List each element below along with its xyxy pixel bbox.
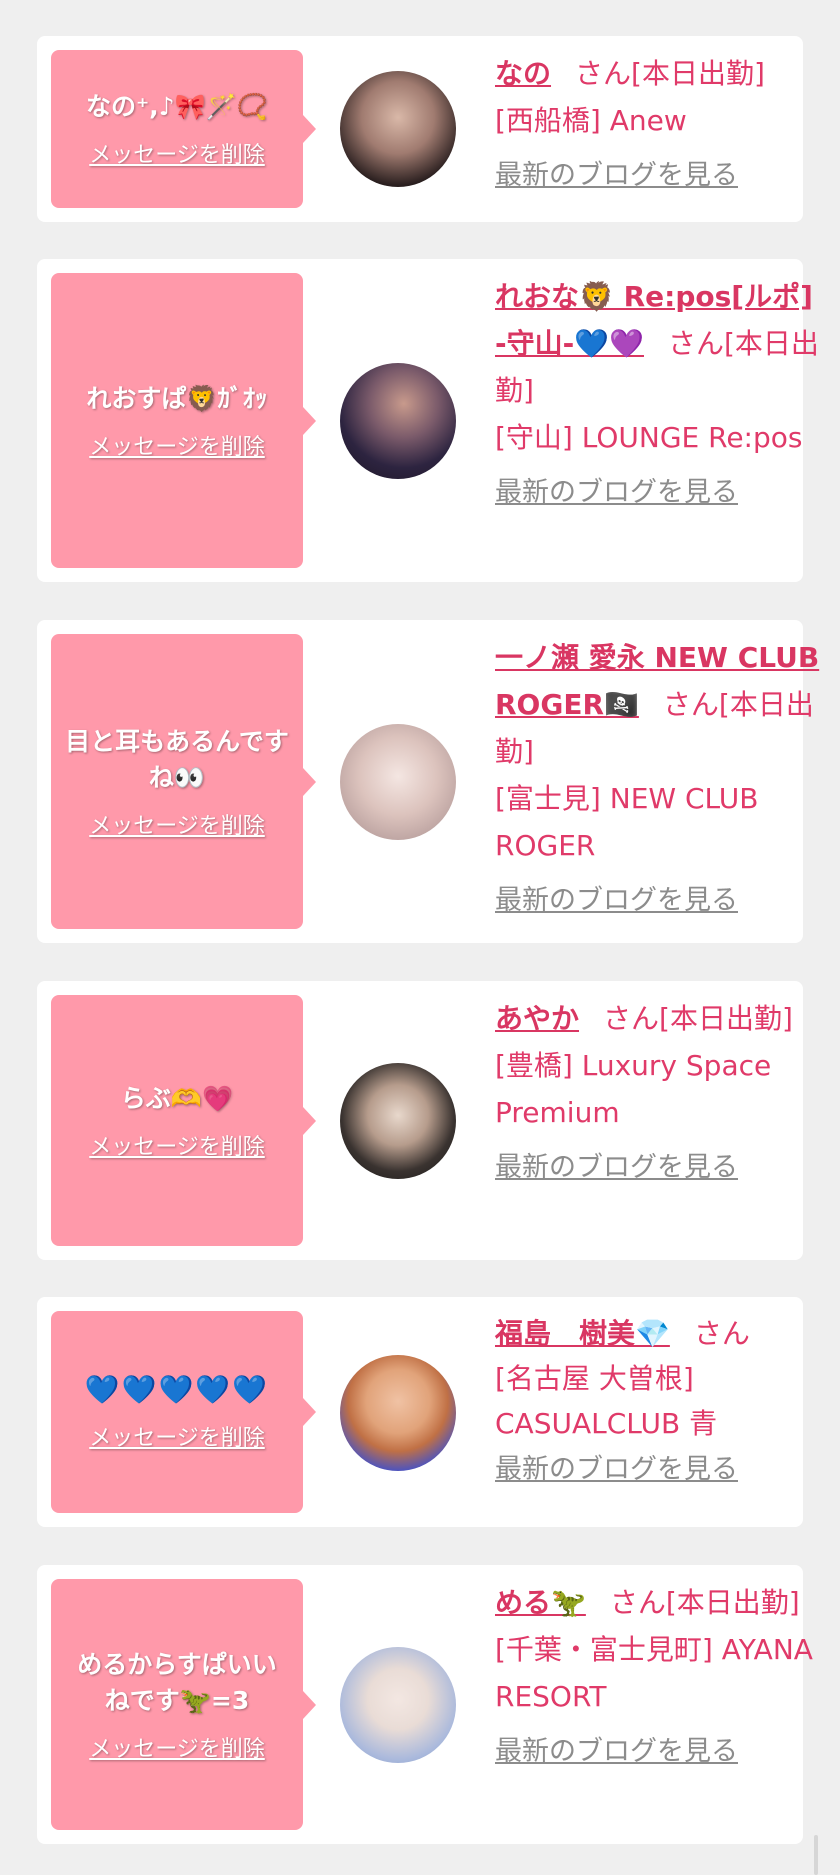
message-bubble: なの⁺,♪🎀🪄📿 メッセージを削除	[51, 50, 316, 208]
cast-name-link[interactable]: なの	[495, 57, 551, 90]
latest-blog-link[interactable]: 最新のブログを見る	[495, 473, 820, 513]
cast-name-link[interactable]: める🦖	[495, 1586, 586, 1619]
favorite-card: れおすぱ🦁ｶﾞｵｯ メッセージを削除 れおな🦁 Re:pos[ルポ] -守山-💙…	[37, 259, 819, 582]
latest-blog-link[interactable]: 最新のブログを見る	[495, 1148, 820, 1188]
avatar[interactable]	[340, 71, 456, 187]
cast-status: さん[本日出勤]	[575, 57, 765, 90]
latest-blog-link[interactable]: 最新のブログを見る	[495, 156, 820, 196]
favorite-card: らぶ🫶💗 メッセージを削除 あやか さん[本日出勤] [豊橋] Luxury Sp…	[37, 981, 803, 1260]
shop-name: [守山] LOUNGE Re:pos	[495, 421, 803, 454]
avatar[interactable]	[340, 1647, 456, 1763]
message-text: 💙💙💙💙💙	[84, 1373, 270, 1406]
delete-message-link[interactable]: メッセージを削除	[89, 808, 265, 840]
cast-name-link[interactable]: あやか	[495, 1002, 579, 1035]
delete-message-link[interactable]: メッセージを削除	[89, 1129, 265, 1161]
cast-name-link[interactable]: 福島 樹美💎	[495, 1317, 670, 1350]
scrollbar[interactable]	[814, 1835, 818, 1875]
message-text: 目と耳もあるんですね👀	[65, 726, 289, 792]
delete-message-link[interactable]: メッセージを削除	[89, 1731, 265, 1763]
message-text: らぶ🫶💗	[120, 1083, 234, 1113]
cast-info: あやか さん[本日出勤] [豊橋] Luxury Space Premium 最新…	[495, 995, 820, 1188]
latest-blog-link[interactable]: 最新のブログを見る	[495, 1450, 820, 1490]
delete-message-link[interactable]: メッセージを削除	[89, 1420, 265, 1452]
favorite-card: めるからすぱいいねです🦖=3 メッセージを削除 める🦖 さん[本日出勤] [千葉・…	[37, 1565, 813, 1844]
favorite-card: なの⁺,♪🎀🪄📿 メッセージを削除 なの さん[本日出勤] [西船橋] Anew …	[37, 36, 803, 222]
shop-name: [富士見] NEW CLUB ROGER	[495, 782, 759, 862]
cast-info: れおな🦁 Re:pos[ルポ] -守山-💙💜 さん[本日出勤] [守山] LOUN…	[495, 273, 820, 513]
favorite-card: 目と耳もあるんですね👀 メッセージを削除 一ノ瀬 愛永 NEW CLUB ROG…	[37, 620, 819, 943]
shop-name: [名古屋 大曽根] CASUALCLUB 青	[495, 1362, 718, 1440]
cast-info: 一ノ瀬 愛永 NEW CLUB ROGER🏴‍☠️ さん[本日出勤] [富士見] …	[495, 634, 820, 921]
delete-message-link[interactable]: メッセージを削除	[89, 429, 265, 461]
message-text: なの⁺,♪🎀🪄📿	[85, 92, 269, 121]
shop-name: [豊橋] Luxury Space Premium	[495, 1049, 772, 1129]
shop-name: [西船橋] Anew	[495, 104, 687, 137]
avatar[interactable]	[340, 363, 456, 479]
cast-status: さん	[693, 1317, 750, 1350]
favorite-card: 💙💙💙💙💙 メッセージを削除 福島 樹美💎 さん [名古屋 大曽根] CASUAL…	[37, 1297, 803, 1527]
message-bubble: れおすぱ🦁ｶﾞｵｯ メッセージを削除	[51, 273, 316, 568]
avatar[interactable]	[340, 1355, 456, 1471]
message-bubble: らぶ🫶💗 メッセージを削除	[51, 995, 316, 1246]
delete-message-link[interactable]: メッセージを削除	[89, 137, 265, 169]
latest-blog-link[interactable]: 最新のブログを見る	[495, 1732, 820, 1772]
avatar[interactable]	[340, 1063, 456, 1179]
message-text: めるからすぱいいねです🦖=3	[77, 1649, 277, 1715]
cast-info: める🦖 さん[本日出勤] [千葉・富士見町] AYANA RESORT 最新のブロ…	[495, 1579, 820, 1772]
latest-blog-link[interactable]: 最新のブログを見る	[495, 881, 820, 921]
message-bubble: めるからすぱいいねです🦖=3 メッセージを削除	[51, 1579, 316, 1830]
cast-info: 福島 樹美💎 さん [名古屋 大曽根] CASUALCLUB 青 最新のブログを見…	[495, 1311, 820, 1490]
cast-status: さん[本日出勤]	[609, 1586, 800, 1619]
shop-name: [千葉・富士見町] AYANA RESORT	[495, 1633, 813, 1713]
avatar[interactable]	[340, 724, 456, 840]
cast-status: さん[本日出勤]	[603, 1002, 793, 1035]
message-bubble: 💙💙💙💙💙 メッセージを削除	[51, 1311, 316, 1513]
cast-info: なの さん[本日出勤] [西船橋] Anew 最新のブログを見る	[495, 50, 820, 196]
message-text: れおすぱ🦁ｶﾞｵｯ	[86, 383, 268, 413]
message-bubble: 目と耳もあるんですね👀 メッセージを削除	[51, 634, 316, 929]
